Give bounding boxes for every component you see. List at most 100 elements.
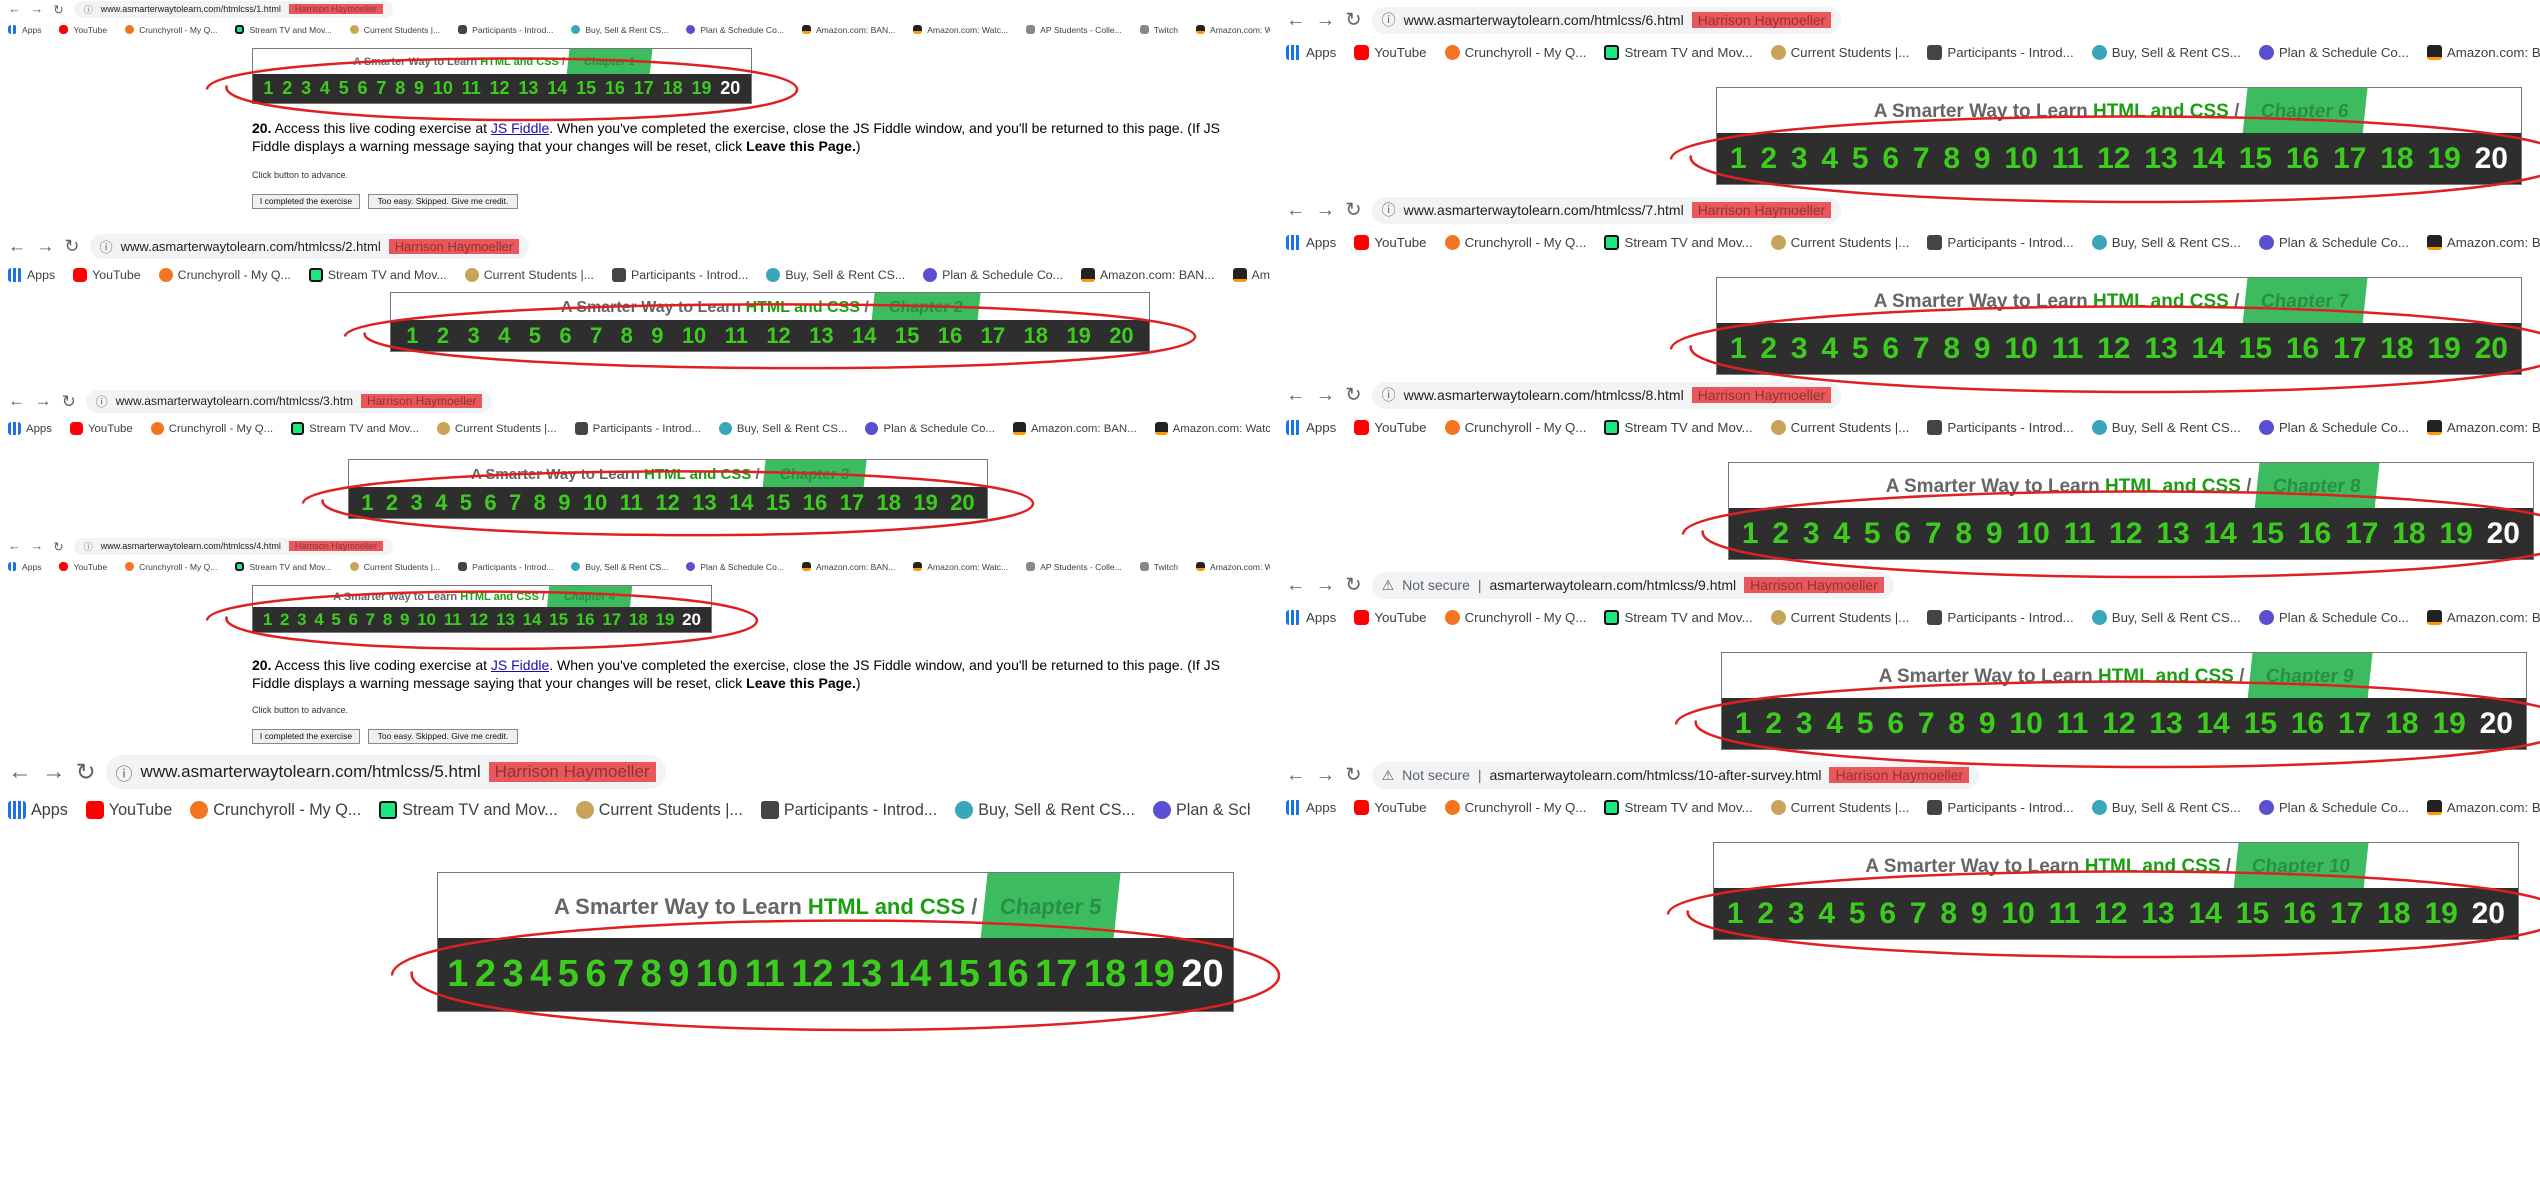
lesson-link-18[interactable]: 18 <box>629 610 648 630</box>
bookmark-item[interactable]: Current Students |... <box>436 422 557 435</box>
lesson-link-7[interactable]: 7 <box>590 323 602 349</box>
lesson-link-8[interactable]: 8 <box>1948 707 1965 741</box>
bookmark-item[interactable]: Amazon.com: Watc... <box>1196 25 1270 35</box>
lesson-link-2[interactable]: 2 <box>1772 517 1789 551</box>
bookmark-item[interactable]: Apps <box>1286 235 1336 250</box>
bookmark-item[interactable]: Crunchyroll - My Q... <box>1444 800 1586 815</box>
lesson-link-13[interactable]: 13 <box>518 78 538 99</box>
lesson-link-13[interactable]: 13 <box>840 953 882 996</box>
bookmark-item[interactable]: YouTube <box>73 267 141 282</box>
lesson-link-18[interactable]: 18 <box>876 490 900 516</box>
lesson-link-19[interactable]: 19 <box>913 490 937 516</box>
back-arrow-icon[interactable]: ← <box>8 391 25 411</box>
bookmark-item[interactable]: AP Students - Colle... <box>1026 25 1122 35</box>
bookmark-item[interactable]: Buy, Sell & Rent CS... <box>2091 235 2241 250</box>
bookmark-item[interactable]: YouTube <box>1354 235 1427 250</box>
lesson-link-18[interactable]: 18 <box>2385 707 2418 741</box>
lesson-link-15[interactable]: 15 <box>2239 332 2272 366</box>
lesson-link-9[interactable]: 9 <box>651 323 663 349</box>
bookmark-item[interactable]: Buy, Sell & Rent CS... <box>2091 45 2241 60</box>
bookmark-item[interactable]: Current Students |... <box>575 801 743 820</box>
url-box[interactable]: ⓘ www.asmarterwaytolearn.com/htmlcss/4.ht… <box>73 537 393 555</box>
lesson-link-7[interactable]: 7 <box>1910 897 1927 931</box>
lesson-link-7[interactable]: 7 <box>1913 142 1930 176</box>
lesson-link-12[interactable]: 12 <box>655 490 679 516</box>
bookmark-item[interactable]: Stream TV and Mov... <box>235 25 332 35</box>
bookmark-item[interactable]: Plan & Schedule Co... <box>865 422 995 435</box>
lesson-link-3[interactable]: 3 <box>410 490 422 516</box>
lesson-link-9[interactable]: 9 <box>1986 517 2003 551</box>
bookmark-item[interactable]: YouTube <box>1354 45 1427 60</box>
lesson-link-4[interactable]: 4 <box>1833 517 1850 551</box>
lesson-link-12[interactable]: 12 <box>469 610 488 630</box>
lesson-link-9[interactable]: 9 <box>1974 332 1991 366</box>
url-text[interactable]: www.asmarterwaytolearn.com/htmlcss/6.htm… <box>1404 12 1684 28</box>
lesson-link-1[interactable]: 1 <box>406 323 418 349</box>
lesson-link-11[interactable]: 11 <box>2057 707 2089 741</box>
lesson-link-14[interactable]: 14 <box>2189 897 2222 931</box>
bookmark-item[interactable]: Crunchyroll - My Q... <box>1444 45 1586 60</box>
forward-arrow-icon[interactable]: → <box>42 758 66 786</box>
url-box[interactable]: ⓘ www.asmarterwaytolearn.com/htmlcss/7.ht… <box>1371 196 1842 224</box>
lesson-link-19[interactable]: 19 <box>656 610 675 630</box>
bookmark-item[interactable]: Amazon.com: Watc... <box>913 562 1008 572</box>
lesson-link-14[interactable]: 14 <box>2192 142 2225 176</box>
bookmark-item[interactable]: Crunchyroll - My Q... <box>158 267 291 282</box>
bookmark-item[interactable]: Participants - Introd... <box>760 801 937 820</box>
lesson-link-11[interactable]: 11 <box>444 610 462 630</box>
forward-arrow-icon[interactable]: → <box>1316 574 1336 597</box>
bookmark-item[interactable]: Amazon.com: Watc... <box>1154 422 1270 435</box>
bookmark-item[interactable]: YouTube <box>1354 610 1427 625</box>
lesson-link-4[interactable]: 4 <box>314 610 323 630</box>
bookmark-item[interactable]: Plan & Schedule Co... <box>923 267 1063 282</box>
bookmark-item[interactable]: Crunchyroll - My Q... <box>125 25 217 35</box>
bookmark-item[interactable]: Apps <box>8 267 55 282</box>
lesson-link-15[interactable]: 15 <box>2236 897 2269 931</box>
lesson-link-17[interactable]: 17 <box>2330 897 2363 931</box>
forward-arrow-icon[interactable]: → <box>1316 764 1336 787</box>
lesson-link-6[interactable]: 6 <box>585 953 606 996</box>
bookmark-item[interactable]: Stream TV and Mov... <box>235 562 332 572</box>
lesson-link-14[interactable]: 14 <box>523 610 542 630</box>
bookmark-item[interactable]: Amazon.com: Watc... <box>1232 267 1270 282</box>
bookmark-item[interactable]: AP Students - Colle... <box>1026 562 1122 572</box>
url-box[interactable]: ⚠ Not secure | asmarterwaytolearn.com/htmlc… <box>1371 761 1980 789</box>
lesson-link-9[interactable]: 9 <box>558 490 570 516</box>
lesson-link-17[interactable]: 17 <box>2338 707 2371 741</box>
reload-icon[interactable]: ↻ <box>53 2 64 17</box>
lesson-link-2[interactable]: 2 <box>1765 707 1782 741</box>
bookmark-item[interactable]: Apps <box>8 25 41 35</box>
lesson-link-14[interactable]: 14 <box>2192 332 2225 366</box>
lesson-link-17[interactable]: 17 <box>634 78 654 99</box>
lesson-link-6[interactable]: 6 <box>559 323 571 349</box>
lesson-link-10[interactable]: 10 <box>682 323 706 349</box>
lesson-link-5[interactable]: 5 <box>1849 897 1866 931</box>
lesson-link-10[interactable]: 10 <box>2004 142 2037 176</box>
lesson-link-9[interactable]: 9 <box>1971 897 1988 931</box>
bookmark-item[interactable]: Amazon.com: BAN... <box>2426 420 2540 435</box>
lesson-link-1[interactable]: 1 <box>1742 517 1759 551</box>
bookmark-item[interactable]: Amazon.com: BAN... <box>801 562 895 572</box>
lesson-link-9[interactable]: 9 <box>414 78 424 99</box>
completed-exercise-button[interactable]: I completed the exercise <box>252 194 360 209</box>
url-box[interactable]: ⓘ www.asmarterwaytolearn.com/htmlcss/8.ht… <box>1371 381 1842 409</box>
back-arrow-icon[interactable]: ← <box>1286 574 1306 597</box>
lesson-link-17[interactable]: 17 <box>2333 142 2366 176</box>
lesson-link-14[interactable]: 14 <box>889 953 931 996</box>
lesson-link-8[interactable]: 8 <box>395 78 405 99</box>
bookmark-item[interactable]: Participants - Introd... <box>458 562 553 572</box>
back-arrow-icon[interactable]: ← <box>8 2 21 16</box>
bookmark-item[interactable]: Buy, Sell & Rent CS... <box>2091 420 2241 435</box>
lesson-link-7[interactable]: 7 <box>1913 332 1930 366</box>
lesson-link-10[interactable]: 10 <box>433 78 453 99</box>
lesson-link-20[interactable]: 20 <box>720 78 740 99</box>
bookmark-item[interactable]: Stream TV and Mov... <box>291 422 419 435</box>
lesson-link-15[interactable]: 15 <box>549 610 568 630</box>
lesson-link-15[interactable]: 15 <box>2244 707 2277 741</box>
url-text[interactable]: www.asmarterwaytolearn.com/htmlcss/8.htm… <box>1404 387 1684 403</box>
lesson-link-12[interactable]: 12 <box>766 323 790 349</box>
lesson-link-19[interactable]: 19 <box>2439 517 2472 551</box>
lesson-link-8[interactable]: 8 <box>1940 897 1957 931</box>
lesson-link-3[interactable]: 3 <box>467 323 479 349</box>
lesson-link-17[interactable]: 17 <box>2333 332 2366 366</box>
